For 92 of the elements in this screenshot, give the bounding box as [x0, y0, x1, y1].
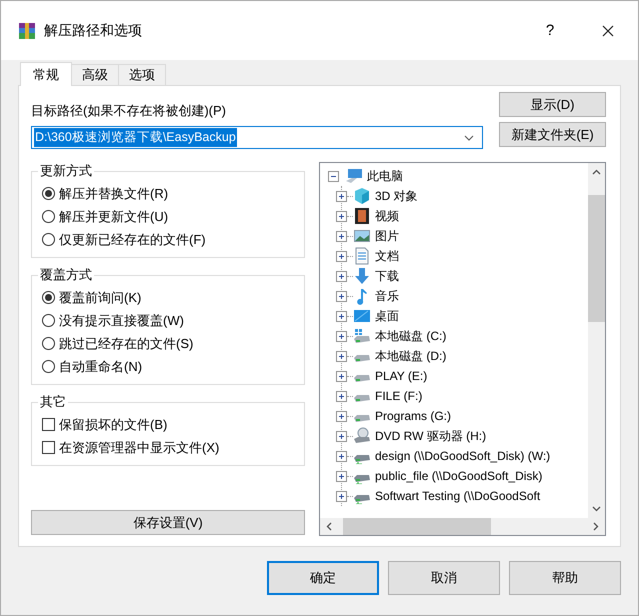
close-icon: [602, 24, 614, 36]
tree-item[interactable]: 本地磁盘 (D:): [375, 348, 446, 364]
destination-label: 目标路径(如果不存在将被创建)(P): [31, 102, 227, 120]
option-label: 在资源管理器中显示文件(X): [59, 438, 220, 456]
expand-toggle[interactable]: [336, 390, 347, 402]
option-label: 覆盖前询问(K): [59, 288, 142, 306]
tree-item[interactable]: public_file (\\DoGoodSoft_Disk): [375, 469, 542, 483]
option-label: 解压并更新文件(U): [59, 208, 168, 226]
tab[interactable]: 选项: [118, 64, 166, 85]
cube-icon: [353, 187, 371, 205]
radio-button[interactable]: [42, 360, 55, 373]
chevron-down-icon: [464, 134, 474, 140]
radio-button[interactable]: [42, 337, 55, 350]
expand-toggle[interactable]: [336, 290, 347, 302]
drive-icon: [353, 414, 371, 424]
radio-button[interactable]: [42, 187, 55, 200]
horizontal-scrollbar[interactable]: [320, 518, 605, 535]
radio-button[interactable]: [42, 314, 55, 327]
expand-toggle[interactable]: [336, 490, 347, 502]
tree-item[interactable]: design (\\DoGoodSoft_Disk) (W:): [375, 449, 550, 463]
option-label: 仅更新已经存在的文件(F): [59, 230, 206, 248]
tree-item[interactable]: 视频: [375, 208, 399, 224]
checkbox[interactable]: [42, 441, 55, 454]
cancel-button[interactable]: 取消: [388, 561, 500, 595]
drive-icon: [353, 374, 371, 384]
drive-icon: [353, 354, 371, 364]
tree-item[interactable]: PLAY (E:): [375, 369, 428, 383]
option-label: 没有提示直接覆盖(W): [59, 312, 184, 330]
expand-toggle[interactable]: [336, 330, 347, 342]
scroll-down-icon[interactable]: [592, 506, 601, 512]
document-icon: [353, 247, 371, 265]
landscape-image-icon: [353, 227, 371, 245]
tree-item[interactable]: FILE (F:): [375, 389, 422, 403]
group-title: 更新方式: [39, 162, 93, 180]
down-arrow-icon: [353, 267, 371, 285]
expand-toggle[interactable]: [336, 270, 347, 282]
archive-stack-icon: [18, 22, 36, 40]
scroll-up-icon[interactable]: [592, 169, 601, 175]
tree-item[interactable]: 3D 对象: [375, 188, 418, 204]
path-combobox[interactable]: D:\360极速浏览器下载\EasyBackup: [31, 126, 483, 149]
save-settings-button[interactable]: 保存设置(V): [31, 510, 305, 535]
scroll-right-icon[interactable]: [593, 522, 599, 531]
network-drive-icon: [353, 474, 371, 484]
expand-toggle[interactable]: [336, 250, 347, 262]
expand-toggle[interactable]: [336, 190, 347, 202]
help-button[interactable]: ?: [522, 10, 578, 50]
new-folder-button[interactable]: 新建文件夹(E): [499, 122, 606, 147]
expand-toggle[interactable]: [336, 470, 347, 482]
expand-toggle[interactable]: [336, 210, 347, 222]
option-label: 自动重命名(N): [59, 358, 142, 376]
group-title: 其它: [39, 393, 67, 411]
expand-toggle[interactable]: [336, 450, 347, 462]
option-label: 跳过已经存在的文件(S): [59, 334, 194, 352]
tree-item[interactable]: 音乐: [375, 288, 399, 304]
expand-toggle[interactable]: [336, 430, 347, 442]
tree-item[interactable]: 文档: [375, 248, 399, 264]
group-title: 覆盖方式: [39, 266, 93, 284]
tree-item[interactable]: 本地磁盘 (C:): [375, 328, 446, 344]
show-button[interactable]: 显示(D): [499, 92, 606, 117]
option-label: 保留损坏的文件(B): [59, 416, 168, 434]
tree-item[interactable]: Softwart Testing (\\DoGoodSoft: [375, 489, 540, 503]
collapse-toggle[interactable]: [328, 170, 339, 182]
drive-icon: [353, 327, 371, 345]
help-dialog-button[interactable]: 帮助: [509, 561, 621, 595]
expand-toggle[interactable]: [336, 230, 347, 242]
tree-item[interactable]: 下载: [375, 268, 399, 284]
tree-item[interactable]: DVD RW 驱动器 (H:): [375, 428, 486, 444]
expand-toggle[interactable]: [336, 370, 347, 382]
computer-icon: [345, 168, 363, 184]
drive-icon: [353, 394, 371, 404]
window-title: 解压路径和选项: [44, 22, 143, 40]
tab[interactable]: 常规: [20, 62, 72, 86]
expand-toggle[interactable]: [336, 410, 347, 422]
radio-button[interactable]: [42, 233, 55, 246]
disc-drive-icon: [353, 427, 371, 445]
radio-button[interactable]: [42, 210, 55, 223]
tree-item[interactable]: Programs (G:): [375, 409, 452, 423]
tree-item[interactable]: 图片: [375, 228, 399, 244]
scroll-left-icon[interactable]: [326, 522, 332, 531]
film-icon: [353, 207, 371, 225]
option-label: 解压并替换文件(R): [59, 184, 168, 202]
network-drive-icon: [353, 454, 371, 464]
tree-item[interactable]: 此电脑: [367, 168, 403, 184]
expand-toggle[interactable]: [336, 350, 347, 362]
radio-button[interactable]: [42, 291, 55, 304]
monitor-icon: [353, 307, 371, 325]
expand-toggle[interactable]: [336, 310, 347, 322]
vertical-scrollbar[interactable]: [588, 163, 605, 518]
tree-item[interactable]: 桌面: [375, 308, 399, 324]
network-drive-icon: [353, 494, 371, 504]
checkbox[interactable]: [42, 418, 55, 431]
ok-button[interactable]: 确定: [267, 561, 379, 595]
